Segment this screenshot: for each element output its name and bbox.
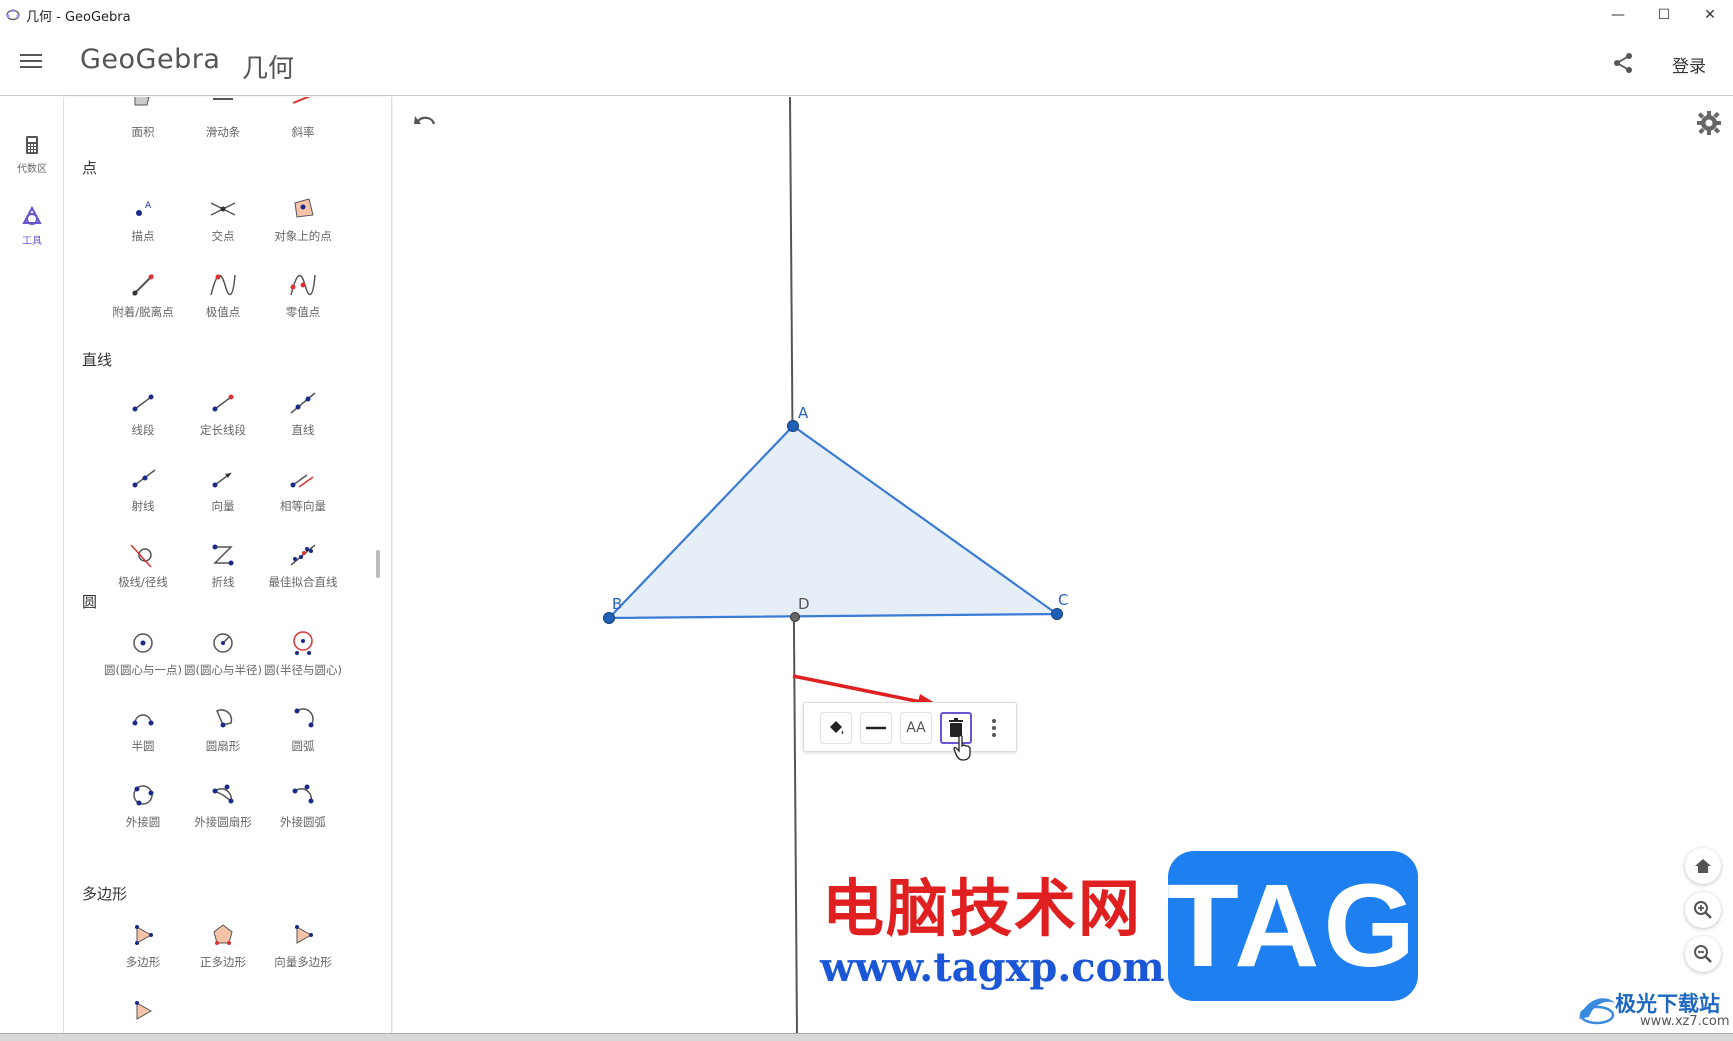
line-style-button[interactable]: [860, 712, 892, 744]
home-icon: [1695, 859, 1711, 873]
fill-color-button[interactable]: [820, 712, 852, 744]
text-size-icon: AA: [906, 720, 926, 736]
zoom-out-icon: [1694, 945, 1712, 963]
hand-cursor-icon: [953, 734, 971, 761]
watermark-site-name: 电脑技术网: [822, 872, 1143, 945]
label-b: B: [612, 595, 622, 613]
triangle-abc[interactable]: [606, 424, 1061, 620]
zoom-in-icon: [1694, 901, 1712, 919]
watermark-tag-logo: TAG: [1167, 851, 1418, 1001]
label-style-button[interactable]: AA: [900, 712, 932, 744]
corner-watermark-url: www.xz7.com: [1640, 1014, 1730, 1029]
label-c: C: [1058, 591, 1068, 609]
bottom-scrollbar[interactable]: [0, 1033, 1733, 1041]
watermark-url: www.tagxp.com: [820, 944, 1165, 991]
object-style-bar: AA: [803, 702, 1017, 752]
zoom-in-button[interactable]: [1685, 892, 1721, 928]
point-a[interactable]: [787, 420, 799, 432]
paint-bucket-icon: [830, 721, 844, 734]
zoom-out-button[interactable]: [1685, 936, 1721, 972]
more-vertical-icon: [992, 719, 996, 737]
point-c[interactable]: [1051, 608, 1063, 620]
point-d[interactable]: [790, 612, 800, 622]
label-d: D: [798, 595, 810, 613]
more-options-button[interactable]: [990, 717, 998, 739]
red-pointer-arrow: [792, 674, 927, 705]
home-view-button[interactable]: [1685, 848, 1721, 884]
line-style-icon: [866, 726, 886, 730]
label-a: A: [798, 404, 809, 422]
point-b[interactable]: [603, 612, 615, 624]
